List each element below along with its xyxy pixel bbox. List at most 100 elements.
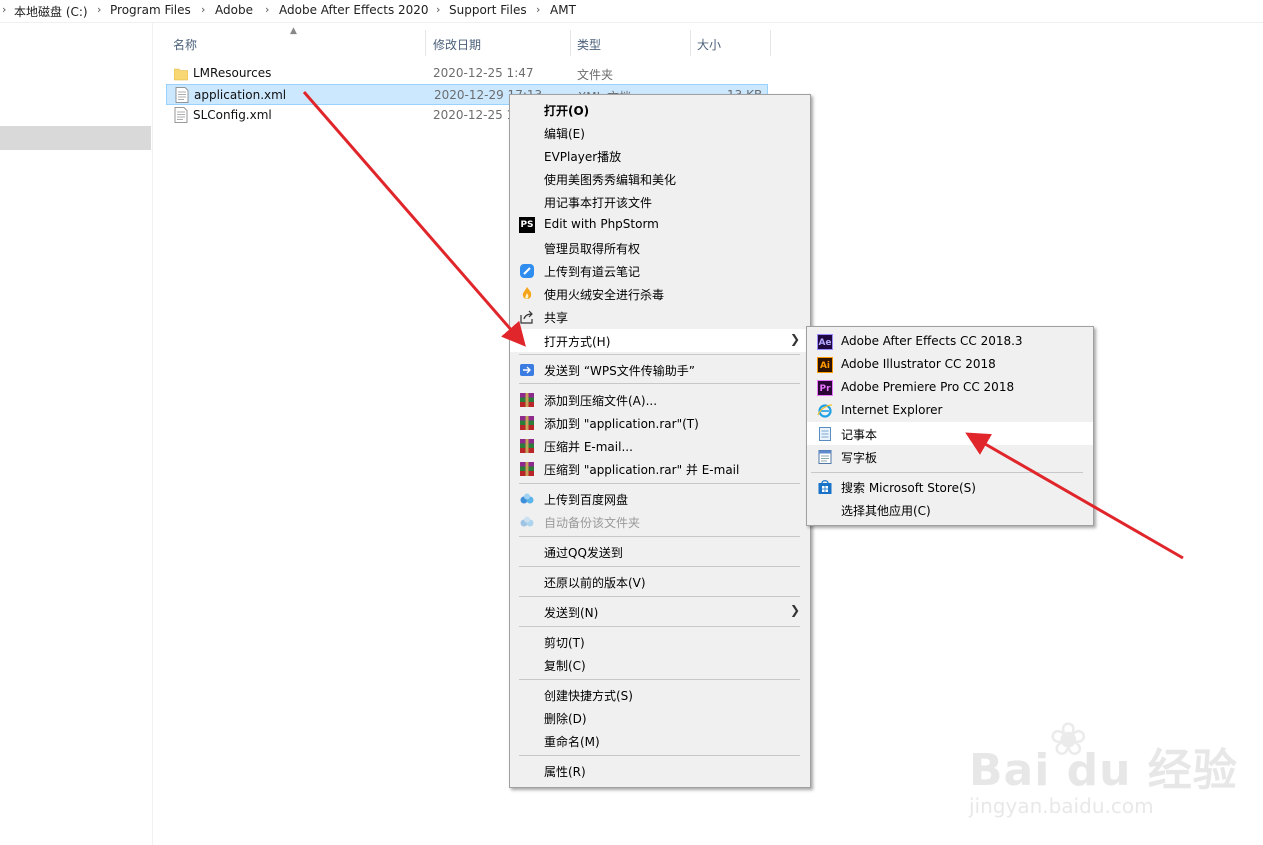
column-divider[interactable] [690, 30, 691, 56]
menu-item-auto-backup[interactable]: 自动备份该文件夹 [510, 510, 810, 533]
menu-item-share[interactable]: 共享 [510, 305, 810, 328]
column-header-date[interactable]: 修改日期 [433, 36, 481, 53]
share-icon [520, 310, 533, 324]
file-name: SLConfig.xml [193, 108, 272, 122]
menu-item-meitu[interactable]: 使用美图秀秀编辑和美化 [510, 167, 810, 190]
menu-separator [519, 383, 800, 384]
youdao-note-icon [520, 264, 534, 278]
menu-item-copy[interactable]: 复制(C) [510, 653, 810, 676]
chevron-right-icon: › [265, 3, 270, 16]
menu-item-restore[interactable]: 还原以前的版本(V) [510, 570, 810, 593]
chevron-right-icon: › [201, 3, 206, 16]
baidu-netdisk-icon [520, 516, 534, 527]
column-divider[interactable] [570, 30, 571, 56]
after-effects-icon: Ae [817, 334, 833, 350]
menu-separator [519, 596, 800, 597]
menu-separator [519, 536, 800, 537]
phpstorm-icon: PS [519, 217, 535, 233]
file-date: 2020-12-25 1:47 [433, 66, 534, 80]
column-header-type[interactable]: 类型 [577, 36, 601, 53]
column-divider[interactable] [425, 30, 426, 56]
chevron-right-icon: › [2, 3, 7, 16]
menu-item-wps-send[interactable]: 发送到 “WPS文件传输助手” [510, 358, 810, 381]
menu-separator [519, 679, 800, 680]
huorong-shield-icon [522, 287, 532, 299]
column-header-size[interactable]: 大小 [697, 36, 721, 53]
file-name: LMResources [193, 66, 272, 80]
submenu-item-after-effects[interactable]: Ae Adobe After Effects CC 2018.3 [807, 330, 1093, 353]
winrar-icon [520, 439, 534, 453]
submenu-item-notepad[interactable]: 记事本 [807, 422, 1093, 445]
winrar-icon [520, 393, 534, 407]
arrow-to-open-with [302, 91, 526, 347]
chevron-right-icon: ❯ [789, 603, 800, 617]
menu-separator [519, 755, 800, 756]
column-header-name[interactable]: 名称 [173, 36, 197, 53]
winrar-icon [520, 416, 534, 430]
breadcrumb-item-amt[interactable]: AMT [550, 3, 576, 17]
file-name: application.xml [194, 88, 287, 102]
breadcrumb-item-after-effects[interactable]: Adobe After Effects 2020 [279, 3, 429, 17]
premiere-icon: Pr [817, 380, 833, 396]
baidu-jingyan-watermark: ❀ Bai du 经验 jingyan.baidu.com [969, 712, 1238, 818]
column-divider[interactable] [770, 30, 771, 56]
menu-item-add-rar[interactable]: 添加到 "application.rar"(T) [510, 411, 810, 434]
xml-file-icon [175, 87, 189, 103]
breadcrumb: › 本地磁盘 (C:) › Program Files › Adobe › Ad… [0, 0, 1263, 23]
notepad-icon [819, 427, 831, 441]
winrar-icon [520, 462, 534, 476]
menu-item-open[interactable]: 打开(O) [510, 98, 810, 121]
sort-ascending-icon: ▲ [290, 26, 297, 36]
menu-item-take-ownership[interactable]: 管理员取得所有权 [510, 236, 810, 259]
context-menu: 打开(O) 编辑(E) EVPlayer播放 使用美图秀秀编辑和美化 用记事本打… [509, 94, 811, 788]
menu-item-shortcut[interactable]: 创建快捷方式(S) [510, 683, 810, 706]
baidu-netdisk-icon [520, 493, 534, 504]
chevron-right-icon: › [97, 3, 102, 16]
menu-separator [519, 354, 800, 355]
menu-item-youdao[interactable]: 上传到有道云笔记 [510, 259, 810, 282]
menu-separator [519, 626, 800, 627]
breadcrumb-item-drive[interactable]: 本地磁盘 (C:) [14, 3, 88, 20]
xml-file-icon [174, 107, 188, 123]
file-date: 2020-12-25 1 [433, 108, 515, 122]
internet-explorer-icon [817, 404, 833, 418]
menu-item-huorong[interactable]: 使用火绒安全进行杀毒 [510, 282, 810, 305]
menu-item-edit[interactable]: 编辑(E) [510, 121, 810, 144]
file-type: 文件夹 [577, 68, 614, 82]
menu-item-cut[interactable]: 剪切(T) [510, 630, 810, 653]
submenu-item-illustrator[interactable]: Ai Adobe Illustrator CC 2018 [807, 353, 1093, 376]
submenu-item-store[interactable]: 搜索 Microsoft Store(S) [807, 475, 1093, 498]
file-row[interactable]: LMResources 2020-12-25 1:47 文件夹 [166, 63, 768, 84]
menu-item-send-to[interactable]: 发送到(N) ❯ [510, 600, 810, 623]
menu-separator [519, 483, 800, 484]
folder-icon [174, 68, 188, 81]
open-with-submenu: Ae Adobe After Effects CC 2018.3 Ai Adob… [806, 326, 1094, 526]
menu-item-delete[interactable]: 删除(D) [510, 706, 810, 729]
menu-item-baidu-upload[interactable]: 上传到百度网盘 [510, 487, 810, 510]
menu-separator [519, 566, 800, 567]
submenu-item-premiere[interactable]: Pr Adobe Premiere Pro CC 2018 [807, 376, 1093, 399]
menu-item-open-with[interactable]: 打开方式(H) ❯ [510, 329, 810, 352]
chevron-right-icon: ❯ [789, 332, 800, 346]
menu-item-notepad-open[interactable]: 用记事本打开该文件 [510, 190, 810, 213]
breadcrumb-item-adobe[interactable]: Adobe [215, 3, 253, 17]
illustrator-icon: Ai [817, 357, 833, 373]
breadcrumb-item-program-files[interactable]: Program Files [110, 3, 191, 17]
wordpad-icon [818, 450, 832, 464]
menu-item-compress-email[interactable]: 压缩并 E-mail... [510, 434, 810, 457]
chevron-right-icon: › [436, 3, 441, 16]
breadcrumb-item-support-files[interactable]: Support Files [449, 3, 527, 17]
submenu-item-wordpad[interactable]: 写字板 [807, 445, 1093, 468]
submenu-item-choose-other[interactable]: 选择其他应用(C) [807, 498, 1093, 521]
menu-item-properties[interactable]: 属性(R) [510, 759, 810, 782]
submenu-item-internet-explorer[interactable]: Internet Explorer [807, 399, 1093, 422]
wps-transfer-icon [520, 364, 534, 376]
chevron-right-icon: › [536, 3, 541, 16]
nav-selected-item[interactable] [0, 126, 151, 150]
menu-item-compress-rar-email[interactable]: 压缩到 "application.rar" 并 E-mail [510, 457, 810, 480]
menu-item-rename[interactable]: 重命名(M) [510, 729, 810, 752]
menu-item-add-archive[interactable]: 添加到压缩文件(A)... [510, 388, 810, 411]
menu-item-phpstorm[interactable]: PS Edit with PhpStorm [510, 213, 810, 236]
menu-item-qq-send[interactable]: 通过QQ发送到 [510, 540, 810, 563]
menu-item-evplayer[interactable]: EVPlayer播放 [510, 144, 810, 167]
